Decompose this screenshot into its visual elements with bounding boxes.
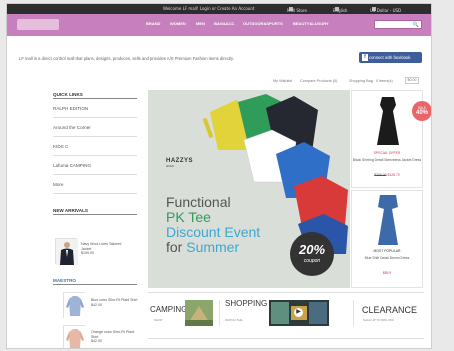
- shopping-bag-link[interactable]: Shopping Bag: [349, 79, 373, 83]
- sidebar-item-more[interactable]: More: [53, 175, 137, 194]
- nav-item-men[interactable]: MEN: [196, 21, 205, 26]
- coupon-badge: 20% coupon: [290, 232, 334, 276]
- sidebar-item-kids-c[interactable]: KIDS C: [53, 137, 137, 156]
- welcome-link[interactable]: Welcome LF mall! Login or Create An Acco…: [163, 6, 255, 11]
- most-popular-card[interactable]: MOST POPULAR Blue Shift Detail Denim Dre…: [351, 190, 423, 288]
- bag-total[interactable]: $0.00: [405, 77, 419, 84]
- product-price: $42.00: [91, 339, 102, 344]
- maestro-heading: MAESTRO: [53, 276, 137, 285]
- site-logo[interactable]: [17, 19, 59, 30]
- wishlist-link[interactable]: My Wishlist: [273, 79, 292, 83]
- sidebar-item-ralph-edition[interactable]: RALPH EDITION: [53, 99, 137, 118]
- nav-item-women[interactable]: WOMEN: [170, 21, 186, 26]
- featured-products: SPECIAL OFFER Black Shirring Detail Slee…: [351, 90, 423, 288]
- store-selector[interactable]: Mall Store: [287, 6, 307, 13]
- product-price: $199.00: [81, 251, 94, 256]
- product-name[interactable]: Orange color Slim-Fit Plaid Shirt: [91, 330, 141, 339]
- main-header: BRAND WOMEN MEN BAG&ACC OUTDOOR&SPORTS B…: [7, 14, 431, 36]
- language-selector[interactable]: English: [333, 6, 347, 13]
- sidebar-item-around-the-corner[interactable]: Around the Corner: [53, 118, 137, 137]
- product-name[interactable]: Blue Shift Detail Denim Dress: [352, 256, 422, 261]
- currency-selector[interactable]: US Dollar - USD: [370, 6, 401, 13]
- quick-links-heading: QUICK LINKS: [53, 90, 137, 99]
- sale-badge: SALE 40%: [412, 101, 431, 121]
- new-arrivals-heading: NEW ARRIVALS: [53, 206, 137, 215]
- divider: [148, 338, 424, 339]
- product-name[interactable]: Black Shirring Detail Sleeveless Jacket …: [352, 158, 422, 163]
- promo-row: CAMPING SHOP SHOPPING TV WATCH THE ▶ CLE…: [7, 296, 431, 330]
- compare-link[interactable]: Compare Products (0): [300, 79, 337, 83]
- product-image: [378, 195, 398, 245]
- brand-logo: HAZZYS GOLF: [166, 158, 193, 168]
- camping-image: [185, 300, 213, 326]
- divider: [353, 300, 354, 326]
- nav-item-bag-acc[interactable]: BAG&ACC: [214, 21, 234, 26]
- product-price: $89.9: [382, 271, 392, 275]
- top-utility-bar: Welcome LF mall! Login or Create An Acco…: [7, 4, 431, 14]
- product-thumbnail[interactable]: [55, 238, 78, 265]
- banner-headline-1: Functional: [166, 194, 231, 210]
- product-image: [377, 97, 399, 145]
- divider: [148, 292, 424, 293]
- browser-page: Welcome LF mall! Login or Create An Acco…: [6, 3, 432, 349]
- banner-headline-2: PK Tee Discount Event: [166, 209, 261, 240]
- facebook-connect-button[interactable]: f connect with facebook: [359, 52, 422, 63]
- sidebar: QUICK LINKS RALPH EDITION Around the Cor…: [53, 90, 137, 215]
- bag-item-count: 0 items(s): [376, 79, 393, 83]
- sidebar-item-lafuma-camping[interactable]: Lafuma CAMPING: [53, 156, 137, 175]
- search-input[interactable]: 🔍: [374, 20, 422, 29]
- sale-price: $128.70: [387, 173, 400, 177]
- special-offer-card[interactable]: SPECIAL OFFER Black Shirring Detail Slee…: [351, 90, 423, 188]
- play-icon[interactable]: ▶: [294, 308, 303, 317]
- old-price: $305.00: [374, 173, 387, 177]
- most-popular-label: MOST POPULAR: [373, 249, 401, 253]
- divider: [219, 300, 220, 326]
- site-tagline: LF mall is a direct control mall that pl…: [19, 56, 234, 61]
- special-offer-label: SPECIAL OFFER: [373, 151, 401, 155]
- product-name[interactable]: Navy Wool Lines Tailored Jacket: [81, 242, 131, 251]
- facebook-icon: f: [362, 54, 368, 61]
- nav-item-outdoor-sports[interactable]: OUTDOOR&SPORTS: [243, 21, 283, 26]
- nav-item-brand[interactable]: BRAND: [146, 21, 160, 26]
- nav-item-beauty-luxury[interactable]: BEAUTY&LUXURY: [293, 21, 329, 26]
- banner-headline-3: for Summer: [166, 239, 240, 255]
- hero-banner[interactable]: HAZZYS GOLF Functional PK Tee Discount Eve…: [148, 90, 350, 288]
- search-icon[interactable]: 🔍: [413, 22, 419, 28]
